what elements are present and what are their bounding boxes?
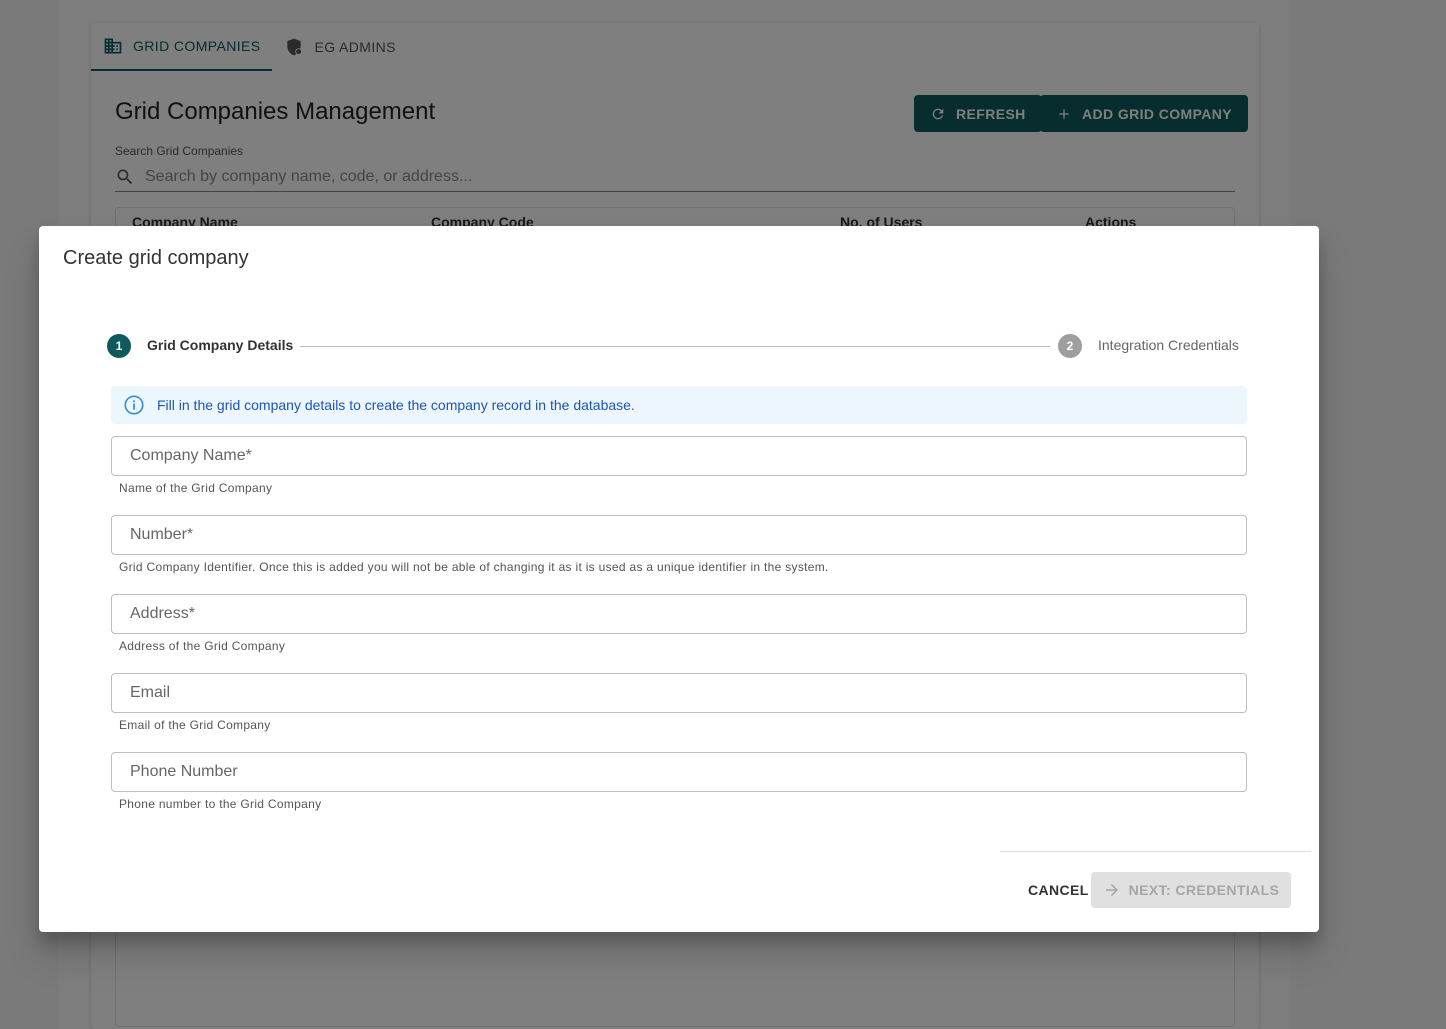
step-connector [300, 346, 1050, 347]
step-2-label: Integration Credentials [1098, 337, 1239, 353]
step-1-indicator: 1 [107, 334, 131, 358]
step-2-indicator: 2 [1058, 334, 1082, 358]
address-input[interactable] [130, 605, 1246, 623]
email-helper: Email of the Grid Company [119, 718, 271, 732]
stepper: 1 Grid Company Details 2 Integration Cre… [107, 334, 1247, 358]
address-field[interactable] [111, 594, 1247, 634]
arrow-right-icon [1105, 884, 1118, 896]
company-name-helper: Name of the Grid Company [119, 481, 273, 495]
next-credentials-button[interactable]: NEXT: CREDENTIALS [1091, 872, 1291, 908]
phone-number-field[interactable] [111, 752, 1247, 792]
company-name-field[interactable] [111, 436, 1247, 476]
phone-number-input[interactable] [130, 763, 1246, 781]
email-field[interactable] [111, 673, 1247, 713]
email-input[interactable] [130, 684, 1246, 702]
info-alert: Fill in the grid company details to crea… [111, 386, 1247, 424]
create-grid-company-dialog: Create grid company 1 Grid Company Detai… [39, 226, 1319, 932]
address-helper: Address of the Grid Company [119, 639, 286, 653]
dialog-title: Create grid company [63, 247, 249, 269]
info-icon [124, 395, 144, 415]
number-helper: Grid Company Identifier. Once this is ad… [119, 560, 829, 574]
next-label: NEXT: CREDENTIALS [1128, 882, 1280, 898]
step-1-label: Grid Company Details [147, 337, 294, 353]
number-input[interactable] [130, 526, 1246, 544]
company-name-input[interactable] [130, 447, 1246, 465]
number-field[interactable] [111, 515, 1247, 555]
cancel-button[interactable]: CANCEL [1020, 872, 1097, 908]
footer-divider [1000, 851, 1311, 852]
info-text: Fill in the grid company details to crea… [157, 397, 635, 413]
phone-number-helper: Phone number to the Grid Company [119, 797, 322, 811]
